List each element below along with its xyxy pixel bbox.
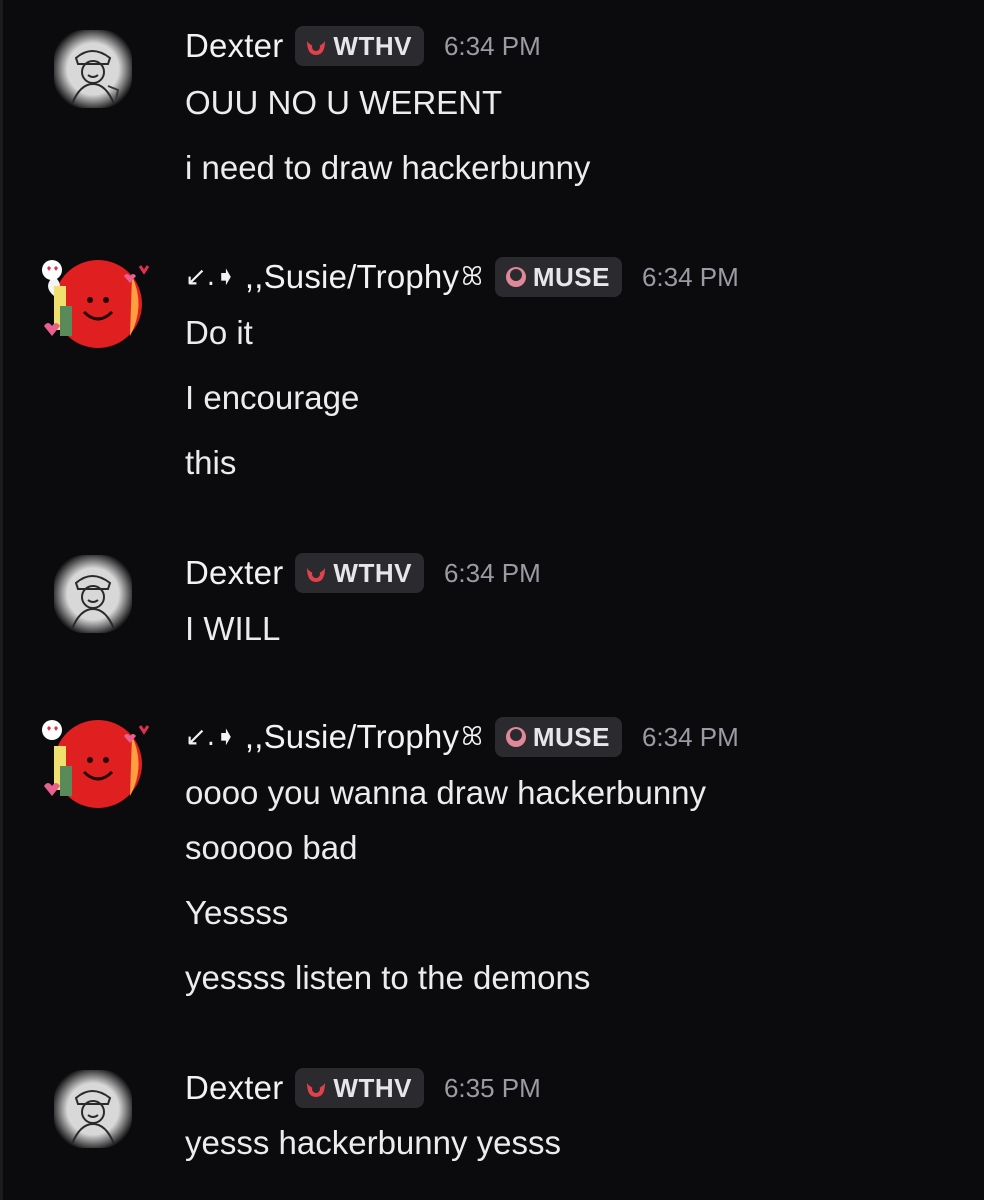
avatar[interactable] xyxy=(52,553,134,635)
username-prefix: ↙.➧ xyxy=(185,262,237,292)
username[interactable]: ,,Susie/Trophy xyxy=(245,718,459,756)
message-text: this xyxy=(185,444,237,481)
message-text: Yessss xyxy=(185,894,289,931)
role-tag-label: WTHV xyxy=(333,557,412,588)
username-prefix: ↙.➧ xyxy=(185,722,237,752)
demon-tag-icon xyxy=(307,568,326,582)
avatar[interactable] xyxy=(40,716,150,816)
username[interactable]: Dexter xyxy=(185,27,283,65)
muse-tag-icon xyxy=(505,267,526,287)
message-header: Dexter WTHV 6:34 PM xyxy=(185,24,541,68)
message-header: ↙.➧ ,,Susie/Trophy ꕤ MUSE 6:34 PM xyxy=(185,255,739,299)
muse-tag-icon xyxy=(505,727,526,747)
avatar[interactable] xyxy=(52,1068,134,1150)
username-suffix: ꕤ xyxy=(461,261,483,292)
username[interactable]: Dexter xyxy=(185,1069,283,1107)
role-tag[interactable]: MUSE xyxy=(494,257,622,297)
message-text: Do it xyxy=(185,314,253,351)
message-text: I WILL xyxy=(185,610,281,647)
demon-tag-icon xyxy=(307,41,326,55)
role-tag-label: MUSE xyxy=(532,261,610,292)
timestamp[interactable]: 6:34 PM xyxy=(642,722,739,753)
username[interactable]: ,,Susie/Trophy xyxy=(245,258,459,296)
username-suffix: ꕤ xyxy=(461,721,483,752)
message-text: i need to draw hackerbunny xyxy=(185,149,591,186)
role-tag-label: WTHV xyxy=(333,30,412,61)
role-tag[interactable]: WTHV xyxy=(295,553,424,593)
message-text: yessss listen to the demons xyxy=(185,959,591,996)
message-header: Dexter WTHV 6:34 PM xyxy=(185,551,541,595)
message-text: yesss hackerbunny yesss xyxy=(185,1124,562,1161)
timestamp[interactable]: 6:34 PM xyxy=(444,31,541,62)
timestamp[interactable]: 6:34 PM xyxy=(642,262,739,293)
message-text: oooo you wanna draw hackerbunny xyxy=(185,774,707,811)
username[interactable]: Dexter xyxy=(185,554,283,592)
role-tag-label: WTHV xyxy=(333,1072,412,1103)
message-header: ↙.➧ ,,Susie/Trophy ꕤ MUSE 6:34 PM xyxy=(185,715,739,759)
dexter-avatar-icon xyxy=(54,555,132,633)
channel-edge xyxy=(0,0,3,1200)
message-text: sooooo bad xyxy=(185,829,358,866)
timestamp[interactable]: 6:35 PM xyxy=(444,1073,541,1104)
message-text: OUU NO U WERENT xyxy=(185,84,503,121)
message-text: I encourage xyxy=(185,379,360,416)
avatar[interactable] xyxy=(40,256,150,356)
dexter-avatar-icon xyxy=(54,30,132,108)
message-header: Dexter WTHV 6:35 PM xyxy=(185,1066,541,1110)
dexter-avatar-icon xyxy=(54,1070,132,1148)
susie-avatar-icon xyxy=(42,720,150,808)
role-tag[interactable]: WTHV xyxy=(295,1068,424,1108)
susie-avatar-icon xyxy=(42,260,150,348)
role-tag[interactable]: MUSE xyxy=(494,717,622,757)
role-tag-label: MUSE xyxy=(532,721,610,752)
demon-tag-icon xyxy=(307,1083,326,1097)
avatar[interactable] xyxy=(52,28,134,110)
timestamp[interactable]: 6:34 PM xyxy=(444,558,541,589)
role-tag[interactable]: WTHV xyxy=(295,26,424,66)
